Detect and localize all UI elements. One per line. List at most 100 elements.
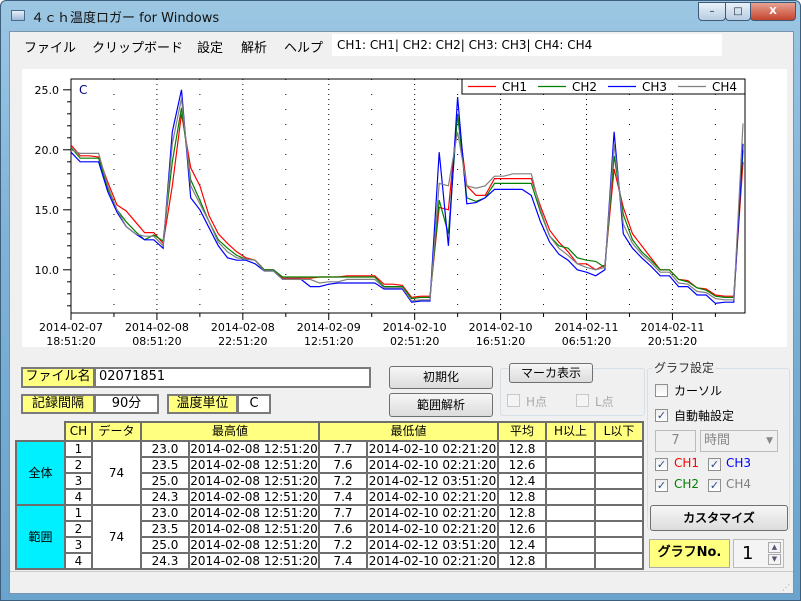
l-point-checkbox[interactable] xyxy=(576,394,589,407)
x-tick-label-date: 2014-02-09 xyxy=(297,321,361,334)
menu-settings[interactable]: 設定 xyxy=(197,37,223,56)
header-h-above: H以上 xyxy=(545,421,596,442)
l-point-label: L点 xyxy=(595,395,614,409)
series-line-ch4 xyxy=(70,98,744,302)
cell-data-count: 74 xyxy=(91,504,142,570)
cell-min: 7.7 xyxy=(318,504,368,522)
cell-min: 7.4 xyxy=(318,488,368,506)
ch4-checkbox[interactable]: ✓ xyxy=(708,479,721,492)
legend-label-ch3: CH3 xyxy=(642,80,667,94)
cell-min: 7.6 xyxy=(318,456,368,474)
cursor-checkbox[interactable] xyxy=(655,384,668,397)
cell-h-above xyxy=(545,504,596,522)
x-tick-label-time: 06:51:20 xyxy=(562,335,611,347)
cell-min: 7.2 xyxy=(318,536,368,554)
channel-info-text: CH1: CH1| CH2: CH2| CH3: CH3| CH4: CH4 xyxy=(332,34,722,56)
ch2-label: CH2 xyxy=(674,477,700,491)
menu-clipboard[interactable]: クリップボード xyxy=(92,37,183,56)
graph-no-spinner[interactable]: 1 ▲ ▼ xyxy=(733,539,784,568)
cell-avg: 12.8 xyxy=(497,440,547,458)
series-line-ch3 xyxy=(70,89,744,305)
cell-ch: 4 xyxy=(64,552,93,570)
x-tick-label-time: 12:51:20 xyxy=(304,335,353,347)
cursor-label: カーソル xyxy=(674,384,723,398)
filename-field[interactable]: 02071851 xyxy=(94,367,371,388)
client-area: ファイル クリップボード 設定 解析 ヘルプ CH1: CH1| CH2: CH… xyxy=(9,31,794,594)
table-row: 全体 1 74 23.0 2014-02-08 12:51:20 7.7 2014-02-1… xyxy=(15,440,644,506)
cell-min-time: 2014-02-12 03:51:20 xyxy=(366,472,499,490)
x-tick-label-time: 16:51:20 xyxy=(476,335,525,347)
cell-ch: 1 xyxy=(64,440,93,458)
cell-avg: 12.6 xyxy=(497,520,547,538)
init-button[interactable]: 初期化 xyxy=(389,366,493,389)
chevron-down-icon: ▼ xyxy=(766,436,773,446)
cell-ch: 2 xyxy=(64,520,93,538)
span-value-input[interactable]: 7 xyxy=(655,430,696,452)
y-tick-label: 25.0 xyxy=(35,84,60,97)
cell-max: 23.5 xyxy=(140,520,190,538)
x-tick-label-time: 22:51:20 xyxy=(218,335,267,347)
auto-axis-label: 自動軸設定 xyxy=(674,409,735,423)
interval-label: 記録間隔 xyxy=(21,394,95,414)
h-point-checkbox[interactable] xyxy=(507,394,520,407)
table-header-row: CH データ 最高値 最低値 平均 H以上 L以下 xyxy=(16,421,644,442)
temperature-chart[interactable]: 25.0 20.0 15.0 10.0 C 2014-02-07 18:51:20 2014-… xyxy=(22,69,787,348)
x-tick-label-date: 2014-02-10 xyxy=(469,321,533,334)
ch2-checkbox[interactable]: ✓ xyxy=(655,479,668,492)
cell-min-time: 2014-02-10 02:21:20 xyxy=(366,504,499,522)
customize-button[interactable]: カスタマイズ xyxy=(650,505,788,531)
cell-l-below xyxy=(594,440,644,458)
cell-h-above xyxy=(545,488,596,506)
cell-avg: 12.6 xyxy=(497,456,547,474)
x-tick-label-time: 08:51:20 xyxy=(132,335,181,347)
cell-avg: 12.8 xyxy=(497,552,547,570)
legend-label-ch4: CH4 xyxy=(712,80,737,94)
cell-l-below xyxy=(594,456,644,474)
cell-ch: 3 xyxy=(64,472,93,490)
spin-up-icon[interactable]: ▲ xyxy=(768,542,781,553)
spin-down-icon[interactable]: ▼ xyxy=(768,554,781,565)
cell-min: 7.4 xyxy=(318,552,368,570)
cell-min-time: 2014-02-10 02:21:20 xyxy=(366,456,499,474)
cell-ch: 3 xyxy=(64,536,93,554)
cell-max-time: 2014-02-08 12:51:20 xyxy=(188,520,320,538)
cell-min-time: 2014-02-10 02:21:20 xyxy=(366,552,499,570)
plot-frame xyxy=(70,78,746,314)
ch3-checkbox[interactable]: ✓ xyxy=(708,458,721,471)
close-button[interactable]: X xyxy=(750,2,796,21)
menu-file[interactable]: ファイル xyxy=(24,37,76,56)
minimize-button[interactable]: – xyxy=(698,2,726,21)
table-row: 範囲 1 74 23.0 2014-02-08 12:51:20 7.7 2014-02-1… xyxy=(15,504,644,570)
graph-settings-title: グラフ設定 xyxy=(652,359,717,376)
cell-max-time: 2014-02-08 12:51:20 xyxy=(188,488,320,506)
menu-help[interactable]: ヘルプ xyxy=(284,37,323,56)
cell-min-time: 2014-02-12 03:51:20 xyxy=(366,536,499,554)
cell-l-below xyxy=(594,472,644,490)
header-max: 最高値 xyxy=(140,421,320,442)
x-tick-label-date: 2014-02-11 xyxy=(640,321,704,334)
menu-analysis[interactable]: 解析 xyxy=(241,37,267,56)
auto-axis-checkbox[interactable]: ✓ xyxy=(655,409,668,422)
marker-display-button[interactable]: マーカ表示 xyxy=(509,363,593,383)
x-tick-label-date: 2014-02-08 xyxy=(211,321,275,334)
cell-ch: 4 xyxy=(64,488,93,506)
cell-h-above xyxy=(545,552,596,570)
unit-value: C xyxy=(237,394,271,414)
span-unit-select[interactable]: 時間 ▼ xyxy=(700,430,778,452)
cell-max: 23.5 xyxy=(140,456,190,474)
cell-max-time: 2014-02-08 12:51:20 xyxy=(188,504,320,522)
y-tick-label: 10.0 xyxy=(35,264,60,277)
span-unit-value: 時間 xyxy=(704,433,731,448)
range-analysis-button[interactable]: 範囲解析 xyxy=(389,393,493,417)
app-icon xyxy=(11,10,25,21)
resize-grip-icon[interactable]: ⋰ xyxy=(782,583,790,592)
maximize-button[interactable]: □ xyxy=(725,2,751,21)
cell-max-time: 2014-02-08 12:51:20 xyxy=(188,456,320,474)
ch1-checkbox[interactable]: ✓ xyxy=(655,458,668,471)
cell-h-above xyxy=(545,440,596,458)
y-axis-unit-label: C xyxy=(79,83,87,97)
x-tick-label-date: 2014-02-07 xyxy=(39,321,103,334)
cell-h-above xyxy=(545,472,596,490)
cell-l-below xyxy=(594,520,644,538)
y-tick-label: 15.0 xyxy=(35,204,60,217)
